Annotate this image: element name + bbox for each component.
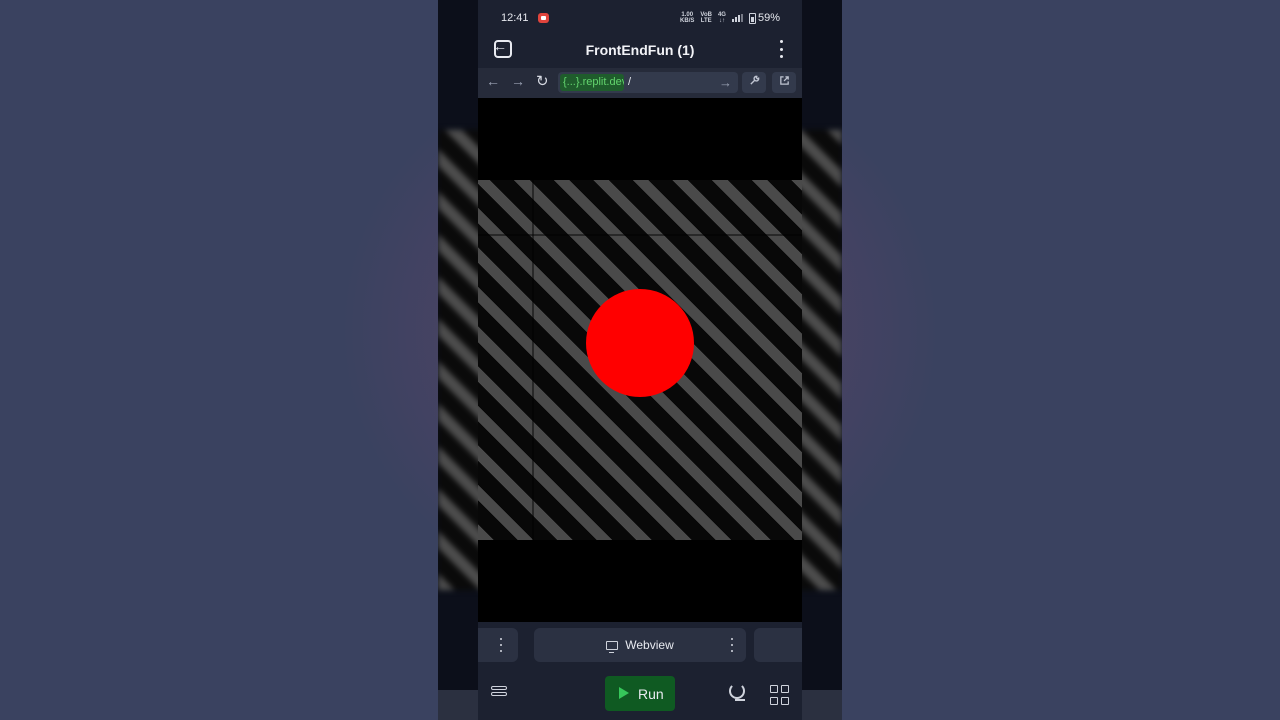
app-header: FrontEndFun (1) — [478, 34, 802, 68]
run-button-label: Run — [638, 686, 664, 702]
network-type: 4G ↓↑ — [717, 12, 726, 24]
red-circle — [586, 289, 694, 397]
url-input[interactable]: {...}.replit.dev / → — [558, 72, 738, 93]
bottom-toolbar: Run — [478, 668, 802, 720]
browser-bar: ← → ↻ {...}.replit.dev / → — [478, 68, 802, 98]
status-time: 12:41 — [501, 12, 529, 24]
net-speed: 1.00 KB/S — [680, 12, 695, 24]
reload-icon[interactable]: ↻ — [536, 72, 549, 90]
tab-previous[interactable] — [478, 628, 518, 662]
status-right: 1.00 KB/S VoB LTE 4G ↓↑ 59% — [680, 12, 780, 24]
page-title: FrontEndFun (1) — [585, 42, 695, 58]
battery-percent: 59% — [757, 12, 780, 24]
monitor-icon — [606, 641, 619, 653]
stripe-divider-horizontal — [478, 234, 802, 236]
screen-record-icon — [538, 13, 549, 23]
url-host: {...}.replit.dev — [560, 74, 624, 91]
tab-webview[interactable]: Webview — [534, 628, 746, 662]
database-icon[interactable] — [491, 686, 507, 702]
go-arrow-icon[interactable]: → — [719, 72, 732, 93]
tab-webview-label: Webview — [534, 638, 746, 653]
tab-next[interactable] — [754, 628, 802, 662]
tab-menu-icon[interactable] — [730, 638, 734, 652]
status-bar: 12:41 1.00 KB/S VoB LTE 4G ↓↑ 59% — [478, 0, 802, 34]
forward-arrow-icon[interactable]: → — [511, 73, 525, 89]
grid-icon[interactable] — [770, 685, 790, 705]
pane-tabs: Webview — [478, 622, 802, 668]
url-path: / — [628, 76, 632, 88]
signal-icon — [731, 14, 743, 22]
wrench-icon[interactable] — [742, 72, 766, 93]
battery-icon — [748, 12, 756, 24]
play-icon — [619, 687, 629, 699]
back-arrow-icon[interactable]: ← — [486, 73, 500, 89]
battery: 59% — [748, 12, 780, 24]
tab-menu-icon[interactable] — [499, 638, 503, 652]
external-link-icon[interactable] — [772, 72, 796, 93]
history-icon[interactable] — [729, 683, 745, 701]
phone-screen: 12:41 1.00 KB/S VoB LTE 4G ↓↑ 59% ← Fron… — [478, 0, 802, 720]
volte-indicator: VoB LTE — [700, 12, 712, 24]
more-options-icon[interactable] — [778, 40, 784, 58]
run-button[interactable]: Run — [605, 676, 675, 711]
webview-canvas — [478, 98, 802, 622]
